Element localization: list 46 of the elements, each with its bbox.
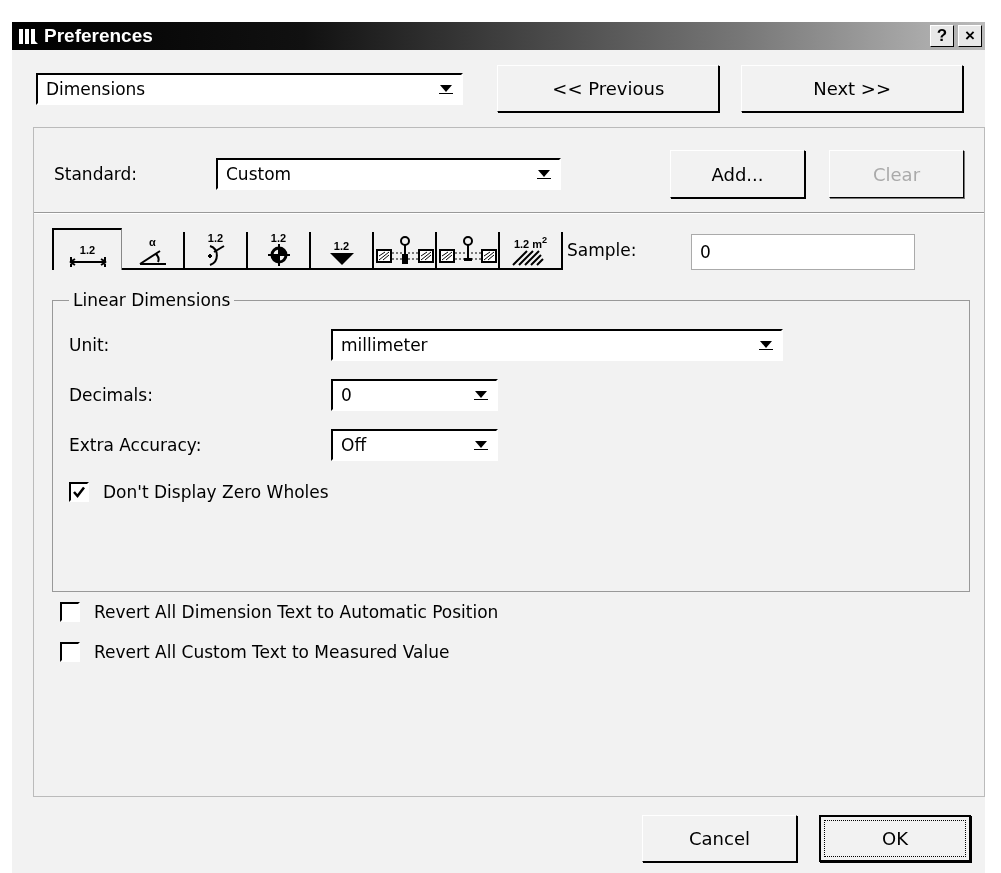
standard-label: Standard: [54, 164, 139, 184]
dropdown-arrow-icon [537, 169, 551, 179]
dialog-button[interactable]: OK [819, 815, 971, 862]
dimension-tab[interactable]: 1.2 m$^{2}$ [500, 232, 563, 270]
checkbox-label: Don't Display Zero Wholes [103, 482, 329, 502]
field-label: Extra Accuracy: [69, 435, 203, 455]
dimension-line-icon [67, 256, 108, 268]
dimension-tab[interactable]: 1.2 [248, 232, 311, 270]
sample-field[interactable]: 0 [691, 234, 915, 270]
checkbox[interactable] [60, 602, 80, 622]
dropdown-arrow-icon [474, 390, 488, 400]
sample-label: Sample: [567, 240, 638, 260]
nav-button[interactable]: << Previous [497, 65, 720, 112]
triangle-marker-icon [328, 252, 355, 266]
dimension-tab[interactable]: 1.2 [311, 232, 374, 270]
dropdown-arrow-icon [759, 340, 773, 350]
value-dropdown[interactable]: millimeter [331, 329, 783, 361]
opening-icon [438, 236, 497, 266]
window-title: Preferences [44, 25, 153, 47]
checkbox-label: Revert All Dimension Text to Automatic Position [94, 602, 499, 622]
checkbox[interactable] [69, 482, 89, 502]
nav-button[interactable]: Next >> [741, 65, 963, 112]
dimension-tab[interactable] [374, 232, 437, 270]
help-button[interactable]: ? [930, 25, 954, 47]
dimension-tab[interactable]: α [122, 232, 185, 270]
dimension-tab[interactable]: 1.2 [52, 228, 122, 270]
crosshair-icon [267, 244, 290, 266]
group-title: Linear Dimensions [72, 290, 232, 310]
opening-icon [375, 236, 434, 266]
value-dropdown[interactable]: 0 [331, 379, 498, 411]
angle-icon [137, 248, 168, 266]
checkbox[interactable] [60, 642, 80, 662]
standard-button[interactable]: Add... [670, 150, 805, 198]
close-button[interactable]: × [958, 25, 982, 47]
standard-dropdown[interactable]: Custom [216, 158, 561, 190]
field-label: Unit: [69, 335, 111, 355]
dimension-tab[interactable]: 1.2 [185, 232, 248, 270]
value-dropdown[interactable]: Off [331, 429, 498, 461]
dialog-button[interactable]: Cancel [642, 815, 797, 862]
app-logo-icon [18, 27, 40, 45]
dropdown-arrow-icon [474, 440, 488, 450]
checkbox-label: Revert All Custom Text to Measured Value [94, 642, 450, 662]
field-label: Decimals: [69, 385, 154, 405]
dimension-tab[interactable] [437, 232, 500, 270]
dropdown-arrow-icon [439, 83, 454, 94]
page-dropdown[interactable]: Dimensions [36, 72, 464, 105]
